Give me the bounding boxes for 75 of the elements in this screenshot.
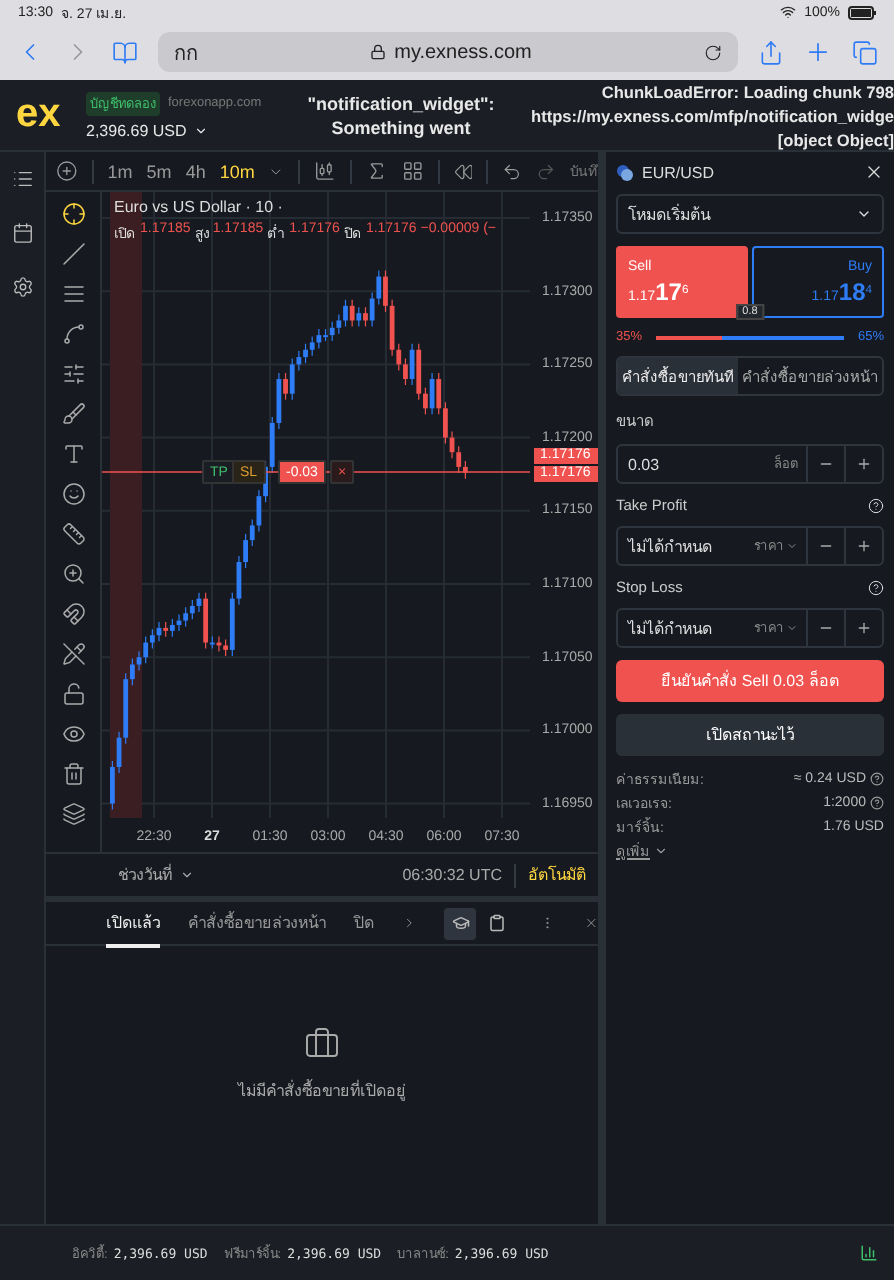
brush-icon[interactable] xyxy=(61,402,85,426)
positions-tab[interactable]: เปิดแล้ว xyxy=(106,899,160,947)
symbol-title: EUR/USD xyxy=(642,163,715,181)
magnet-icon[interactable] xyxy=(61,602,85,626)
signal-icon xyxy=(860,1244,878,1262)
clipboard-icon xyxy=(487,914,506,932)
reload-icon[interactable] xyxy=(703,43,722,61)
undo-icon[interactable] xyxy=(502,161,523,181)
cancel-button[interactable]: เปิดสถานะไว้ xyxy=(616,714,884,756)
caret-icon xyxy=(180,868,194,882)
cap-icon xyxy=(451,914,470,932)
logo: ex xyxy=(16,92,63,138)
candles-icon[interactable] xyxy=(314,160,336,182)
plus-icon[interactable] xyxy=(856,620,872,636)
timeframe-tab[interactable]: 4h xyxy=(185,161,206,181)
ruler-lines-icon[interactable] xyxy=(61,362,85,386)
balance-dropdown[interactable]: 2,396.69 USD xyxy=(86,121,306,139)
text-size-button[interactable]: กก xyxy=(174,37,198,67)
timeframe-tab[interactable]: 5m xyxy=(146,161,172,181)
line-icon[interactable] xyxy=(61,242,85,266)
chart-title: Euro vs US Dollar · 10 · xyxy=(114,198,285,216)
channel-icon[interactable] xyxy=(61,282,85,306)
wifi-icon xyxy=(780,4,797,20)
mode-dropdown[interactable]: โหมดเริ่มต้น xyxy=(616,194,884,234)
zoom-icon[interactable] xyxy=(61,562,85,586)
pattern-icon[interactable] xyxy=(61,322,85,346)
add-icon[interactable] xyxy=(56,160,78,182)
layers-icon[interactable] xyxy=(61,802,85,826)
currency-flags-icon xyxy=(616,163,634,181)
grid-icon[interactable] xyxy=(401,160,424,182)
share-icon[interactable] xyxy=(758,39,784,65)
error-text: https://my.exness.com/mfp/notification_widge xyxy=(531,103,894,127)
timeframe-tab[interactable]: 10m xyxy=(219,161,255,181)
trash-icon[interactable] xyxy=(61,762,85,786)
positions-tab[interactable]: คำสั่งซื้อขายล่วงหน้า xyxy=(188,899,326,947)
address-bar[interactable]: กก my.exness.com xyxy=(158,32,738,72)
cap-toggle[interactable] xyxy=(444,907,477,939)
lock-icon xyxy=(370,44,387,60)
pencil-icon[interactable] xyxy=(61,642,85,666)
caret-icon xyxy=(654,844,668,858)
clock-text: 06:30:32 UTC xyxy=(402,866,502,884)
new-tab-icon[interactable] xyxy=(804,38,832,66)
positions-tab[interactable]: ปิด xyxy=(354,899,374,947)
timeframe-tab[interactable]: 1m xyxy=(107,161,133,181)
unlock-icon[interactable] xyxy=(61,682,85,706)
rewind-icon[interactable] xyxy=(453,161,473,181)
date-range-button[interactable]: ช่วงวันที่ xyxy=(118,862,194,888)
plus-icon[interactable] xyxy=(856,538,872,554)
briefcase-icon xyxy=(304,1026,340,1062)
sigma-icon[interactable] xyxy=(365,160,388,182)
chevron-icon[interactable] xyxy=(402,914,417,932)
help-icon[interactable] xyxy=(870,796,884,810)
smile-icon[interactable] xyxy=(61,482,85,506)
caret-icon xyxy=(194,123,209,137)
error-text: ChunkLoadError: Loading chunk 798 xyxy=(601,79,894,103)
calendar-icon[interactable] xyxy=(11,222,33,244)
ruler-icon[interactable] xyxy=(61,522,85,546)
eye-icon[interactable] xyxy=(61,722,85,746)
battery-icon xyxy=(848,5,876,19)
settings-icon[interactable] xyxy=(11,276,33,298)
crosshair-icon[interactable] xyxy=(61,202,85,226)
text-icon[interactable] xyxy=(61,442,85,466)
plus-icon[interactable] xyxy=(856,456,872,472)
url-text: my.exness.com xyxy=(394,41,532,63)
empty-message: ไม่มีคำสั่งซื้อขายที่เปิดอยู่ xyxy=(238,1078,406,1104)
tabs-icon[interactable] xyxy=(852,39,878,65)
auto-scale-button[interactable]: อัตโนมัติ xyxy=(528,862,586,888)
help-icon[interactable] xyxy=(870,772,884,786)
error-text: "notification_widget": xyxy=(307,91,495,115)
caret-icon xyxy=(856,206,872,222)
book-icon[interactable] xyxy=(112,39,138,65)
error-text: [object Object] xyxy=(777,127,894,151)
error-text: Something went xyxy=(331,115,471,139)
caret-icon[interactable] xyxy=(268,163,285,179)
close-icon[interactable] xyxy=(864,162,884,182)
